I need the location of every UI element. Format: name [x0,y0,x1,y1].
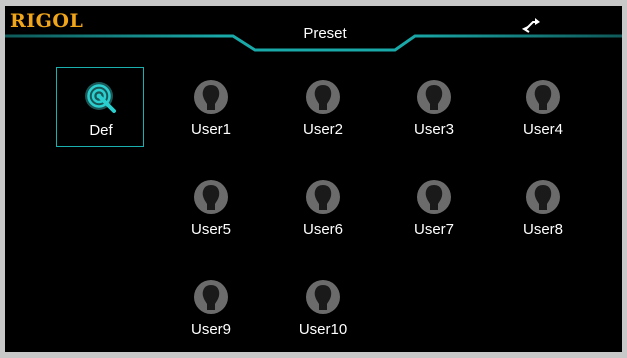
preset-grid: Def User1 User2 User3 User4 User5 User6 [5,61,622,352]
preset-label: Def [89,122,113,139]
user-head-icon [306,280,340,314]
preset-screen: RIGOL Preset Def User1 User2 User3 User4… [5,6,622,352]
user-head-icon [526,80,560,114]
user-head-icon [306,80,340,114]
preset-label: User7 [413,221,454,238]
user-head-icon [306,180,340,214]
page-title: Preset [303,25,347,42]
preset-label: User3 [413,121,454,138]
preset-user3-tile[interactable]: User3 [390,67,478,147]
target-probe-icon [85,82,116,113]
preset-label: User10 [298,321,348,338]
sync-arrows-icon[interactable] [521,16,545,34]
preset-user5-tile[interactable]: User5 [167,167,255,247]
brand-logo: RIGOL [10,10,84,32]
preset-label: User5 [190,221,231,238]
user-head-icon [417,80,451,114]
preset-user7-tile[interactable]: User7 [390,167,478,247]
preset-label: User6 [302,221,343,238]
preset-label: User2 [302,121,343,138]
preset-label: User8 [522,221,563,238]
preset-label: User1 [190,121,231,138]
user-head-icon [194,180,228,214]
preset-label: User4 [522,121,563,138]
user-head-icon [194,80,228,114]
preset-user8-tile[interactable]: User8 [499,167,587,247]
preset-user1-tile[interactable]: User1 [167,67,255,147]
preset-label: User9 [190,321,231,338]
preset-user6-tile[interactable]: User6 [279,167,367,247]
title-bar: RIGOL Preset [5,6,622,56]
user-head-icon [194,280,228,314]
preset-user9-tile[interactable]: User9 [167,267,255,347]
user-head-icon [417,180,451,214]
preset-user4-tile[interactable]: User4 [499,67,587,147]
user-head-icon [526,180,560,214]
preset-user10-tile[interactable]: User10 [279,267,367,347]
preset-user2-tile[interactable]: User2 [279,67,367,147]
preset-def-tile[interactable]: Def [56,67,144,147]
